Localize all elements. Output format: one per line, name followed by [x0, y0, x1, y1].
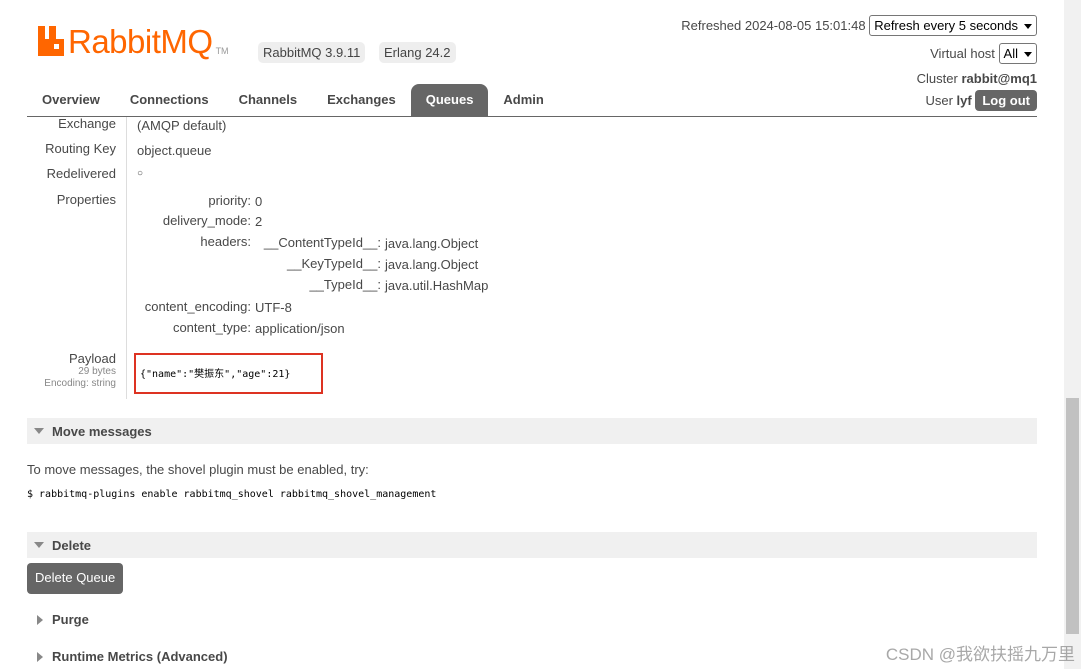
properties-label: Properties: [56, 192, 116, 207]
header-keytypeid-value: java.lang.Object: [385, 257, 479, 272]
tab-channels[interactable]: Channels: [224, 84, 313, 116]
move-messages-section-header[interactable]: Move messages: [27, 418, 1037, 444]
routing-key-value: object.queue: [137, 143, 212, 158]
content-encoding-key: content_encoding:: [144, 299, 251, 314]
payload-encoding: Encoding: string: [44, 378, 116, 389]
chevron-down-icon: [1024, 24, 1032, 30]
rabbitmq-logo: RabbitMQ TM: [38, 23, 229, 60]
caret-down-icon: [34, 428, 44, 434]
details-divider: [126, 117, 127, 399]
move-messages-title: Move messages: [52, 424, 152, 439]
header-keytypeid-key: __KeyTypeId__:: [287, 256, 381, 271]
runtime-metrics-title: Runtime Metrics (Advanced): [52, 649, 228, 664]
refresh-interval-select[interactable]: Refresh every 5 seconds: [869, 15, 1037, 36]
header-typeid-key: __TypeId__:: [309, 277, 381, 292]
caret-right-icon: [37, 652, 43, 662]
tab-connections[interactable]: Connections: [115, 84, 224, 116]
tab-admin[interactable]: Admin: [488, 84, 558, 116]
refresh-row: Refreshed 2024-08-05 15:01:48 Refresh ev…: [681, 15, 1037, 36]
delete-title: Delete: [52, 538, 92, 553]
rabbitmq-version-badge: RabbitMQ 3.9.11: [258, 42, 366, 63]
csdn-watermark: CSDN @我欲扶摇九万里: [885, 645, 1075, 664]
delete-section-header[interactable]: Delete: [27, 532, 1037, 558]
caret-down-icon: [34, 542, 44, 548]
header-contenttypeid-value: java.lang.Object: [385, 236, 479, 251]
user-row: User lyf Log out: [925, 90, 1037, 111]
routing-key-label: Routing Key: [45, 141, 116, 156]
move-messages-text: To move messages, the shovel plugin must…: [27, 462, 369, 477]
rabbit-logo-icon: [38, 26, 64, 56]
payload-size: 29 bytes: [78, 366, 116, 377]
exchange-value: (AMQP default): [137, 118, 227, 133]
priority-key: priority:: [208, 193, 251, 208]
content-encoding-value: UTF-8: [255, 300, 292, 315]
priority-value: 0: [255, 194, 263, 209]
purge-title: Purge: [52, 612, 89, 627]
cluster-name: rabbit@mq1: [961, 71, 1037, 86]
delete-queue-button[interactable]: Delete Queue: [27, 563, 124, 594]
delivery-mode-key: delivery_mode:: [162, 213, 251, 228]
main-nav-tabs: Overview Connections Channels Exchanges …: [27, 84, 559, 116]
payload-value: {"name":"樊振东","age":21}: [140, 369, 291, 380]
shovel-command: $ rabbitmq-plugins enable rabbitmq_shove…: [27, 489, 437, 500]
refreshed-timestamp: Refreshed 2024-08-05 15:01:48: [681, 18, 866, 33]
logo-trademark: TM: [215, 46, 229, 56]
erlang-version-badge: Erlang 24.2: [379, 42, 456, 63]
logout-button[interactable]: Log out: [975, 90, 1037, 111]
exchange-label: Exchange: [58, 116, 116, 131]
tab-overview[interactable]: Overview: [27, 84, 115, 116]
user-label: User: [925, 93, 953, 108]
logo-text: RabbitMQ: [68, 23, 213, 60]
scrollbar-thumb[interactable]: [1066, 398, 1079, 634]
tab-exchanges[interactable]: Exchanges: [312, 84, 411, 116]
headers-key: headers:: [200, 234, 251, 249]
cluster-row: Cluster rabbit@mq1: [917, 71, 1037, 86]
vhost-row: Virtual host All: [930, 43, 1037, 64]
redelivered-value: ○: [137, 168, 144, 179]
payload-highlight-box: {"name":"樊振东","age":21}: [134, 353, 323, 394]
header-contenttypeid-key: __ContentTypeId__:: [263, 235, 381, 250]
chevron-down-icon: [1024, 52, 1032, 58]
virtual-host-select[interactable]: All: [998, 43, 1037, 64]
delivery-mode-value: 2: [255, 214, 263, 229]
virtual-host-label: Virtual host: [930, 46, 995, 61]
header-typeid-value: java.util.HashMap: [385, 278, 489, 293]
cluster-label: Cluster: [916, 71, 958, 86]
tab-queues[interactable]: Queues: [410, 84, 489, 116]
tab-divider: [27, 116, 1037, 117]
vertical-scrollbar[interactable]: [1064, 0, 1081, 669]
user-name: lyf: [956, 93, 972, 108]
payload-label: Payload: [69, 351, 116, 366]
redelivered-label: Redelivered: [46, 166, 116, 181]
content-type-key: content_type:: [172, 320, 251, 335]
content-type-value: application/json: [255, 321, 345, 336]
caret-right-icon: [37, 615, 43, 625]
